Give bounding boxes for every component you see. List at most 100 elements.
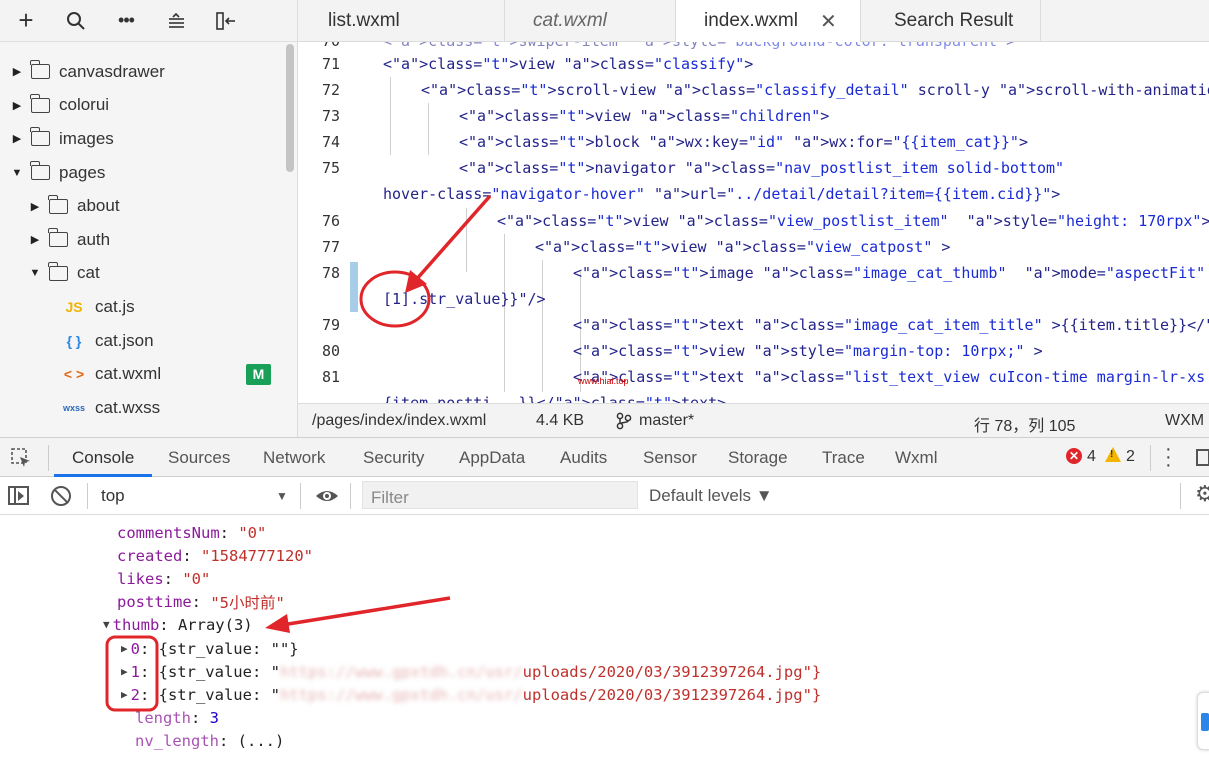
property-key: created bbox=[117, 546, 183, 565]
tree-item[interactable]: ▶ images bbox=[0, 122, 297, 156]
split-icon[interactable] bbox=[204, 0, 248, 42]
devtools-tab[interactable]: Sensor bbox=[643, 448, 697, 468]
caret-down-icon[interactable]: ▼ bbox=[28, 267, 42, 279]
tree-item[interactable]: ▼ pages bbox=[0, 156, 297, 190]
wxss-file-icon: wxss bbox=[62, 402, 86, 413]
close-icon[interactable]: ✕ bbox=[820, 9, 837, 34]
code-line[interactable]: 77 <"a">class="t">view "a">class="view_ca… bbox=[298, 234, 1209, 260]
tree-item-label: cat.wxss bbox=[95, 397, 161, 417]
tree-item[interactable]: { } cat.json bbox=[0, 324, 297, 358]
devtools-tab[interactable]: Trace bbox=[822, 448, 865, 468]
caret-right-icon[interactable]: ▶ bbox=[28, 200, 42, 213]
ide-top-area: + ••• ▶ canvasdrawer ▶ colorui ▶ images ▼ pages… bbox=[0, 0, 1209, 437]
eye-icon[interactable] bbox=[315, 486, 339, 511]
inspect-icon[interactable] bbox=[10, 447, 32, 474]
code-line[interactable]: 73 <"a">class="t">view "a">class="childre… bbox=[298, 103, 1209, 129]
context-dropdown-icon[interactable]: ▼ bbox=[276, 489, 288, 503]
expand-down-icon[interactable]: ▼ bbox=[103, 618, 110, 631]
folder-icon bbox=[48, 194, 68, 214]
devtools-tab[interactable]: Sources bbox=[168, 448, 230, 468]
devtools-tab[interactable]: Storage bbox=[728, 448, 788, 468]
add-icon[interactable]: + bbox=[4, 0, 48, 42]
collapse-icon[interactable] bbox=[154, 0, 198, 42]
branch-icon bbox=[616, 412, 632, 432]
tree-item[interactable]: JS cat.js bbox=[0, 290, 297, 324]
editor-tab[interactable]: list.wxml bbox=[298, 0, 505, 42]
editor-tab-label: index.wxml bbox=[704, 10, 798, 31]
tree-item[interactable]: ▶ auth bbox=[0, 223, 297, 257]
log-levels-select[interactable]: Default levels ▼ bbox=[649, 486, 773, 506]
editor-status-bar: /pages/index/index.wxml 4.4 KB master* 行… bbox=[298, 403, 1209, 437]
code-line[interactable]: 72 <"a">class="t">scroll-view "a">class="… bbox=[298, 77, 1209, 103]
property-key: likes bbox=[117, 569, 164, 588]
console-entry[interactable]: ▶ 2: {str_value: " https://www.gpxtdh.cn/u… bbox=[121, 683, 821, 706]
code-area[interactable]: 70 <"a">class="t">swiper-item "a">style="… bbox=[298, 42, 1209, 403]
status-path[interactable]: /pages/index/index.wxml bbox=[312, 412, 486, 430]
tree-item-label: cat bbox=[77, 263, 100, 283]
caret-right-icon[interactable]: ▶ bbox=[10, 132, 24, 145]
tree-item[interactable]: ▶ about bbox=[0, 189, 297, 223]
clear-console-icon[interactable] bbox=[51, 486, 71, 506]
property-key: length bbox=[135, 708, 191, 727]
editor-tab[interactable]: cat.wxml bbox=[505, 0, 676, 42]
search-icon[interactable] bbox=[54, 0, 98, 42]
line-number: 70 bbox=[298, 42, 364, 50]
code-line[interactable]: 79 <"a">class="t">text "a">class="image_c… bbox=[298, 312, 1209, 338]
more-icon[interactable]: ••• bbox=[104, 0, 148, 42]
tree-item[interactable]: ▶ colorui bbox=[0, 89, 297, 123]
status-branch[interactable]: master* bbox=[639, 412, 694, 430]
expand-right-icon[interactable]: ▶ bbox=[121, 642, 128, 655]
code-line[interactable]: 75 <"a">class="t">navigator "a">class="na… bbox=[298, 155, 1209, 181]
devtools-tab[interactable]: Console bbox=[72, 448, 134, 468]
devtools-tab[interactable]: Network bbox=[263, 448, 325, 468]
code-line[interactable]: 74 <"a">class="t">block "a">wx:key="id" "… bbox=[298, 129, 1209, 155]
tree-item[interactable]: ▶ canvasdrawer bbox=[0, 55, 297, 89]
property-value: 3 bbox=[209, 708, 220, 727]
line-number: 71 bbox=[321, 55, 341, 73]
devtools-tab[interactable]: AppData bbox=[459, 448, 525, 468]
devtools-tab[interactable]: Audits bbox=[560, 448, 607, 468]
status-language[interactable]: WXM bbox=[1165, 412, 1204, 430]
caret-right-icon[interactable]: ▶ bbox=[10, 99, 24, 112]
code-line[interactable]: 81 <"a">class="t">text "a">class="list_te… bbox=[298, 364, 1209, 390]
console-entry[interactable]: ▼ thumb: Array(3) bbox=[103, 613, 253, 636]
editor-tab[interactable]: index.wxml ✕ bbox=[676, 0, 861, 42]
code-text: <"a">class="t">view "a">class="classify"… bbox=[383, 55, 754, 73]
caret-down-icon[interactable]: ▼ bbox=[10, 167, 24, 179]
filter-input[interactable]: Filter bbox=[362, 481, 638, 509]
caret-right-icon[interactable]: ▶ bbox=[10, 65, 24, 78]
tree-item[interactable]: wxss cat.wxss bbox=[0, 391, 297, 425]
code-line[interactable]: 76 <"a">class="t">view "a">class="view_po… bbox=[298, 208, 1209, 234]
error-count[interactable]: 4 bbox=[1087, 448, 1096, 466]
console-entry[interactable]: ▶ 0: {str_value: ""} bbox=[121, 637, 299, 660]
sidebar-scrollbar[interactable] bbox=[286, 44, 294, 172]
dock-icon[interactable] bbox=[1196, 449, 1209, 466]
code-line[interactable]: 80 <"a">class="t">view "a">style="margin-… bbox=[298, 338, 1209, 364]
property-value: "0" bbox=[182, 569, 211, 588]
code-line[interactable]: hover-class="navigator-hover" "a">url=".… bbox=[298, 181, 1209, 207]
code-line[interactable]: 78 <"a">class="t">image "a">class="image_… bbox=[298, 260, 1209, 286]
error-icon[interactable]: ✕ bbox=[1066, 448, 1082, 464]
tree-item[interactable]: < > cat.wxml M bbox=[0, 357, 297, 391]
code-line[interactable]: 71 <"a">class="t">view "a">class="classif… bbox=[298, 51, 1209, 77]
editor-tab[interactable]: Search Result bbox=[861, 0, 1041, 42]
devtools-tab[interactable]: Wxml bbox=[895, 448, 937, 468]
tree-item[interactable]: ▼ cat bbox=[0, 257, 297, 291]
caret-right-icon[interactable]: ▶ bbox=[28, 233, 42, 246]
code-line[interactable]: {item.postti...}}</"a">class="t">text> bbox=[298, 390, 1209, 403]
code-text: <"a">class="t">text "a">class="image_cat… bbox=[573, 316, 1209, 334]
property-value: Array(3) bbox=[177, 615, 253, 634]
expand-right-icon[interactable]: ▶ bbox=[121, 665, 128, 678]
menu-kebab-icon[interactable]: · · · bbox=[1165, 439, 1172, 475]
console-entry: likes: "0" bbox=[117, 569, 211, 588]
settings-gear-icon[interactable]: ⚙ bbox=[1195, 481, 1209, 507]
expand-right-icon[interactable]: ▶ bbox=[121, 688, 128, 701]
console-entry[interactable]: ▶ 1: {str_value: " https://www.gpxtdh.cn/u… bbox=[121, 660, 821, 683]
context-select[interactable]: top bbox=[101, 486, 125, 506]
status-cursor[interactable]: 行 78，列 105 bbox=[974, 412, 1075, 436]
floating-widget[interactable] bbox=[1197, 692, 1209, 750]
sidebar-toggle-icon[interactable] bbox=[8, 486, 29, 505]
code-line[interactable]: [1].str_value}}"/> bbox=[298, 286, 1209, 312]
devtools-tab[interactable]: Security bbox=[363, 448, 424, 468]
warning-count[interactable]: 2 bbox=[1126, 448, 1135, 466]
